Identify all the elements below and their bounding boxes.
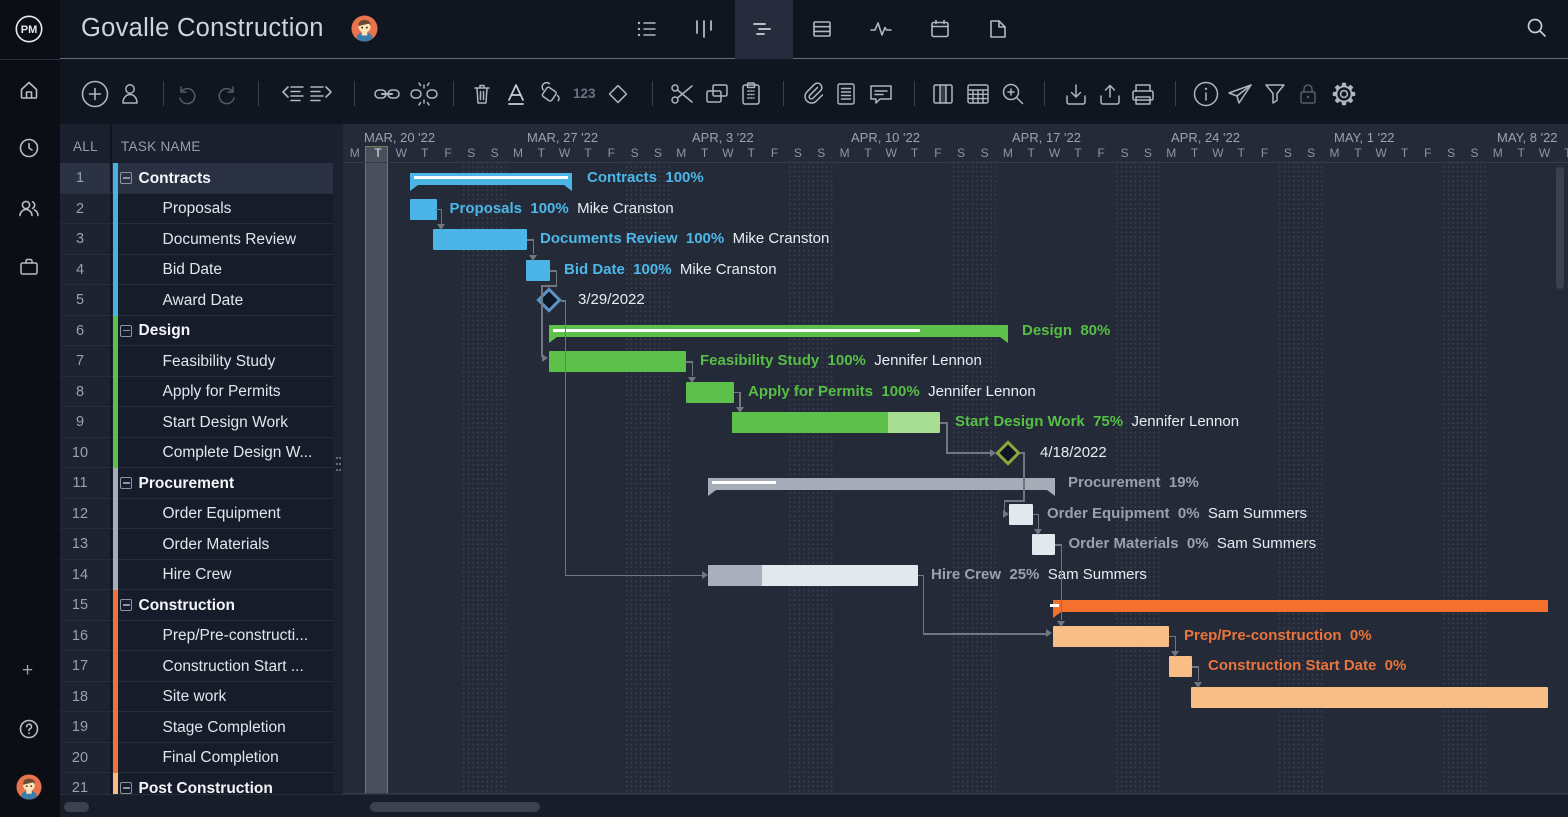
svg-text:PM: PM	[21, 24, 38, 36]
